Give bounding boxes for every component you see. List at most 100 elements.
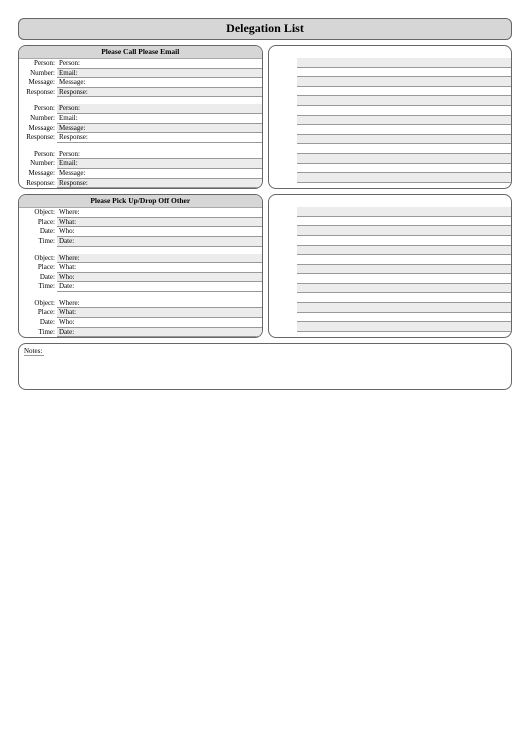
field-line[interactable] <box>297 303 512 313</box>
label-where: Where: <box>57 254 95 264</box>
field-line[interactable] <box>297 96 512 106</box>
label-date: Date: <box>19 318 57 328</box>
label-where: Where: <box>57 299 95 309</box>
field-line[interactable] <box>297 236 512 246</box>
field-line[interactable] <box>297 125 512 135</box>
label-person2: Person: <box>57 104 95 114</box>
panel-pickup-dropoff: Please Pick Up/Drop Off Other Object:Whe… <box>18 194 263 338</box>
field-line[interactable] <box>297 164 512 174</box>
field-line[interactable] <box>297 68 512 78</box>
label-who: Who: <box>57 227 95 237</box>
field-line[interactable] <box>297 274 512 284</box>
label-what: What: <box>57 308 95 318</box>
panel-lined-top <box>268 45 513 189</box>
field-line[interactable] <box>297 226 512 236</box>
field-line[interactable] <box>95 263 262 273</box>
label-date2: Date: <box>57 328 95 338</box>
field-line[interactable] <box>95 218 262 228</box>
field-line[interactable] <box>297 246 512 256</box>
field-line[interactable] <box>95 159 262 169</box>
field-line[interactable] <box>297 313 512 323</box>
label-response2: Response: <box>57 88 95 98</box>
field-line[interactable] <box>95 318 262 328</box>
field-line[interactable] <box>95 104 262 114</box>
field-line[interactable] <box>95 179 262 189</box>
field-line[interactable] <box>297 135 512 145</box>
label-message2: Message: <box>57 124 95 134</box>
notes-label: Notes: <box>24 347 44 356</box>
field-line[interactable] <box>95 299 262 309</box>
field-line[interactable] <box>95 169 262 179</box>
label-object: Object: <box>19 299 57 309</box>
field-line[interactable] <box>297 87 512 97</box>
field-line[interactable] <box>95 78 262 88</box>
label-number: Number: <box>19 114 57 124</box>
field-line[interactable] <box>95 133 262 143</box>
panel-call-email-heading: Please Call Please Email <box>19 46 262 59</box>
field-line[interactable] <box>95 69 262 79</box>
field-line[interactable] <box>95 150 262 160</box>
label-place: Place: <box>19 263 57 273</box>
label-who: Who: <box>57 318 95 328</box>
label-who: Who: <box>57 273 95 283</box>
field-line[interactable] <box>95 237 262 247</box>
field-line[interactable] <box>297 77 512 87</box>
label-message: Message: <box>19 124 57 134</box>
field-line[interactable] <box>95 308 262 318</box>
label-place: Place: <box>19 308 57 318</box>
field-line[interactable] <box>297 144 512 154</box>
label-person: Person: <box>19 150 57 160</box>
field-line[interactable] <box>297 106 512 116</box>
label-person2: Person: <box>57 150 95 160</box>
notes-box[interactable]: Notes: <box>18 343 512 390</box>
label-email: Email: <box>57 69 95 79</box>
label-message: Message: <box>19 78 57 88</box>
field-line[interactable] <box>95 124 262 134</box>
field-line[interactable] <box>95 88 262 98</box>
field-line[interactable] <box>95 273 262 283</box>
field-line[interactable] <box>95 59 262 69</box>
field-line[interactable] <box>297 265 512 275</box>
field-line[interactable] <box>297 154 512 164</box>
field-line[interactable] <box>297 284 512 294</box>
label-object: Object: <box>19 254 57 264</box>
label-date2: Date: <box>57 237 95 247</box>
label-date: Date: <box>19 227 57 237</box>
label-where: Where: <box>57 208 95 218</box>
label-what: What: <box>57 263 95 273</box>
label-person: Person: <box>19 104 57 114</box>
label-place: Place: <box>19 218 57 228</box>
field-line[interactable] <box>95 114 262 124</box>
label-date2: Date: <box>57 282 95 292</box>
field-line[interactable] <box>95 227 262 237</box>
label-email: Email: <box>57 159 95 169</box>
field-line[interactable] <box>297 207 512 217</box>
field-line[interactable] <box>95 254 262 264</box>
field-line[interactable] <box>297 255 512 265</box>
field-line[interactable] <box>297 293 512 303</box>
page-title: Delegation List <box>18 18 512 40</box>
field-line[interactable] <box>95 282 262 292</box>
label-number: Number: <box>19 69 57 79</box>
label-message: Message: <box>19 169 57 179</box>
panel-lined-bottom <box>268 194 513 338</box>
label-email: Email: <box>57 114 95 124</box>
field-line[interactable] <box>297 173 512 183</box>
label-response2: Response: <box>57 179 95 189</box>
label-number: Number: <box>19 159 57 169</box>
field-line[interactable] <box>95 208 262 218</box>
label-person: Person: <box>19 59 57 69</box>
label-response2: Response: <box>57 133 95 143</box>
label-what: What: <box>57 218 95 228</box>
field-line[interactable] <box>95 328 262 338</box>
field-line[interactable] <box>297 217 512 227</box>
label-object: Object: <box>19 208 57 218</box>
label-message2: Message: <box>57 169 95 179</box>
label-response: Response: <box>19 133 57 143</box>
form-grid: Please Call Please Email Person:Person: … <box>18 45 512 338</box>
field-line[interactable] <box>297 58 512 68</box>
panel-call-email: Please Call Please Email Person:Person: … <box>18 45 263 189</box>
field-line[interactable] <box>297 322 512 332</box>
field-line[interactable] <box>297 116 512 126</box>
label-response: Response: <box>19 88 57 98</box>
